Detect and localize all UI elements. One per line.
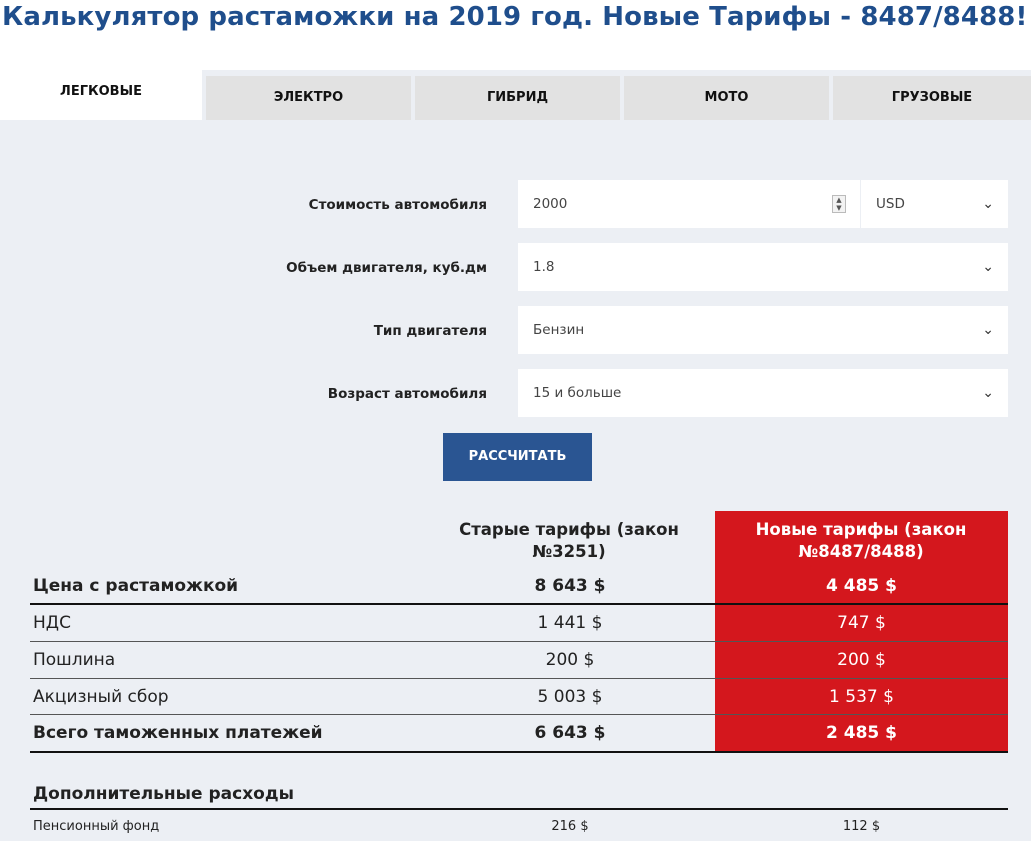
age-value: 15 и больше [533, 385, 622, 401]
table-row: НДС 1 441 $ 747 $ [30, 605, 1008, 642]
divider [30, 808, 1008, 810]
currency-select[interactable]: USD ⌄ [861, 180, 1008, 228]
old-value: 8 643 $ [534, 576, 606, 596]
age-label: Возраст автомобиля [327, 386, 487, 402]
table-row: Пенсионный фонд 216 $ 112 $ [30, 815, 1008, 839]
tab-moto[interactable]: МОТО [624, 76, 829, 120]
divider [30, 751, 1008, 753]
tab-trucks[interactable]: ГРУЗОВЫЕ [833, 76, 1031, 120]
page-title: Калькулятор растаможки на 2019 год. Новы… [2, 2, 1028, 32]
table-row: Всего таможенных платежей 6 643 $ 2 485 … [30, 715, 1008, 752]
price-value: 2000 [533, 196, 568, 212]
old-tariff-header: Старые тарифы (закон №3251) [459, 520, 679, 561]
calculator-panel: ЛЕГКОВЫЕ ЭЛЕКТРО ГИБРИД МОТО ГРУЗОВЫЕ Ст… [0, 70, 1031, 841]
table-row: Акцизный сбор 5 003 $ 1 537 $ [30, 679, 1008, 716]
pension-new-value: 112 $ [842, 819, 881, 834]
chevron-down-icon: ⌄ [982, 196, 994, 212]
new-tariff-header: Новые тарифы (закон №8487/8488) [755, 520, 967, 561]
old-value: 6 643 $ [534, 723, 606, 743]
pension-label: Пенсионный фонд [33, 819, 160, 834]
engine-volume-value: 1.8 [533, 259, 555, 275]
new-value: 4 485 $ [826, 576, 897, 596]
chevron-down-icon: ⌄ [982, 259, 994, 275]
row-label: Всего таможенных платежей [33, 723, 323, 743]
number-spinner-icon[interactable]: ▲ ▼ [832, 195, 846, 213]
engine-type-row: Тип двигателя Бензин ⌄ [0, 306, 1031, 356]
old-value: 200 $ [545, 650, 595, 670]
engine-type-label: Тип двигателя [373, 323, 487, 339]
table-row: Пошлина 200 $ 200 $ [30, 642, 1008, 679]
price-label: Стоимость автомобиля [308, 197, 487, 213]
new-value: 200 $ [837, 650, 886, 670]
new-value: 747 $ [837, 613, 886, 633]
new-value: 1 537 $ [829, 687, 894, 707]
extra-costs-title: Дополнительные расходы [33, 784, 294, 804]
engine-volume-label: Объем двигателя, куб.дм [286, 260, 487, 276]
vehicle-type-tabs: ЛЕГКОВЫЕ ЭЛЕКТРО ГИБРИД МОТО ГРУЗОВЫЕ [0, 70, 1031, 120]
age-select[interactable]: 15 и больше ⌄ [518, 369, 1008, 417]
row-label: Пошлина [33, 650, 116, 670]
engine-volume-row: Объем двигателя, куб.дм 1.8 ⌄ [0, 243, 1031, 293]
old-value: 5 003 $ [537, 687, 603, 707]
engine-type-select[interactable]: Бензин ⌄ [518, 306, 1008, 354]
chevron-down-icon: ⌄ [982, 385, 994, 401]
calculate-button[interactable]: РАССЧИТАТЬ [443, 433, 592, 481]
chevron-down-icon: ⌄ [982, 322, 994, 338]
age-row: Возраст автомобиля 15 и больше ⌄ [0, 369, 1031, 419]
tab-passenger[interactable]: ЛЕГКОВЫЕ [0, 70, 202, 120]
engine-volume-select[interactable]: 1.8 ⌄ [518, 243, 1008, 291]
table-row: Цена с растаможкой 8 643 $ 4 485 $ [30, 568, 1008, 605]
pension-old-value: 216 $ [551, 819, 589, 834]
currency-value: USD [876, 196, 905, 212]
row-label: Акцизный сбор [33, 687, 169, 707]
old-value: 1 441 $ [537, 613, 603, 633]
new-value: 2 485 $ [826, 723, 897, 743]
engine-type-value: Бензин [533, 322, 585, 338]
row-label: Цена с растаможкой [33, 576, 239, 596]
price-row: Стоимость автомобиля 2000 ▲ ▼ USD ⌄ [0, 180, 1031, 230]
price-input[interactable]: 2000 ▲ ▼ [518, 180, 860, 228]
tab-electric[interactable]: ЭЛЕКТРО [206, 76, 411, 120]
tab-hybrid[interactable]: ГИБРИД [415, 76, 620, 120]
row-label: НДС [33, 613, 71, 633]
